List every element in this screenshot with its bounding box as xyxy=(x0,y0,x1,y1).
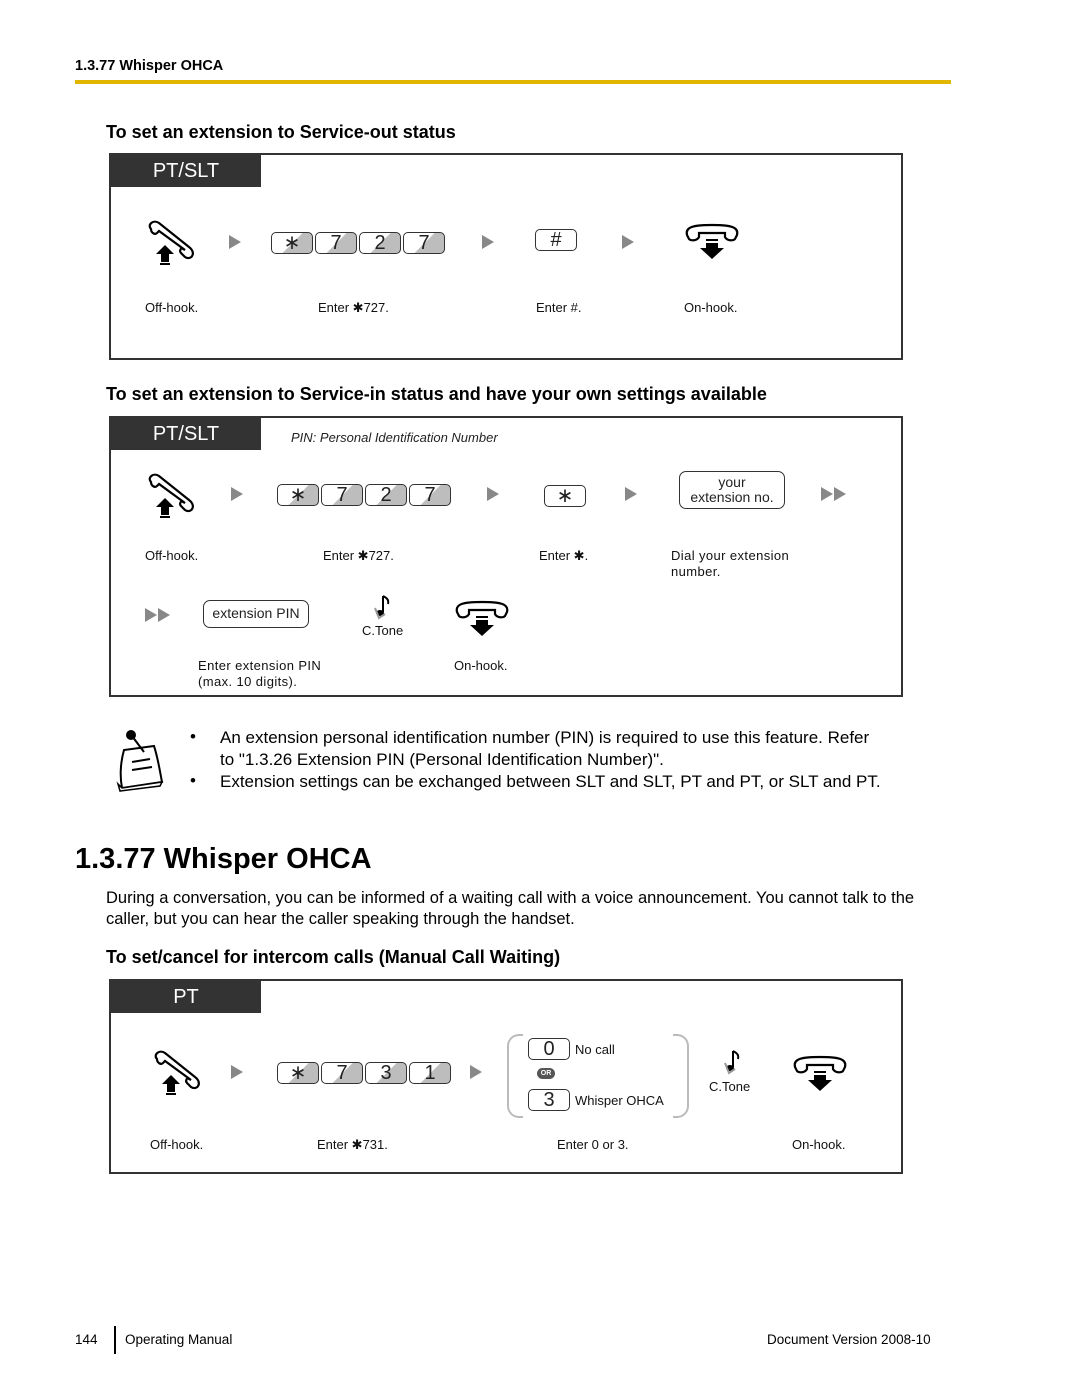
step-caption: Enter ✱727. xyxy=(323,548,394,563)
note-line: to "1.3.26 Extension PIN (Personal Ident… xyxy=(220,750,664,769)
phone-type-tag: PT xyxy=(111,981,261,1013)
footer-divider xyxy=(114,1326,116,1354)
header-rule xyxy=(75,80,951,84)
key-star: ∗ xyxy=(544,485,586,507)
next-step-arrow xyxy=(482,235,494,249)
step-caption: On-hook. xyxy=(684,300,738,315)
next-step-arrow xyxy=(231,487,243,501)
bullet: • xyxy=(190,727,196,746)
next-step-arrow xyxy=(622,235,634,249)
on-hook-icon xyxy=(793,1055,847,1091)
step-caption: Enter ✱727. xyxy=(318,300,389,315)
next-step-arrow xyxy=(229,235,241,249)
step-caption: Enter 0 or 3. xyxy=(557,1137,629,1152)
caption-line: Enter extension PIN xyxy=(198,658,322,673)
caption-line: number. xyxy=(671,564,721,579)
or-badge: OR xyxy=(537,1068,555,1079)
continue-arrow xyxy=(821,487,846,501)
feature-code-keys: ∗ 7 2 7 xyxy=(277,484,451,506)
section1-procedure-box: PT/SLT ∗ 7 2 7 # Off-hook. Enter ✱727. E… xyxy=(109,153,903,360)
section1-heading: To set an extension to Service-out statu… xyxy=(106,122,456,142)
caption-line: (max. 10 digits). xyxy=(198,674,298,689)
key-star: ∗ xyxy=(271,232,313,254)
step-caption: Dial your extension number. xyxy=(671,548,789,580)
note-line: An extension personal identification num… xyxy=(220,728,870,747)
step-caption: Enter #. xyxy=(536,300,582,315)
key-7: 7 xyxy=(403,232,445,254)
key-star: ∗ xyxy=(277,1062,319,1084)
next-step-arrow xyxy=(470,1065,482,1079)
feature-code-keys: ∗ 7 3 1 xyxy=(277,1062,451,1084)
key-7: 7 xyxy=(315,232,357,254)
page-number: 144 xyxy=(75,1332,98,1347)
next-step-arrow xyxy=(487,487,499,501)
document-version: Document Version 2008-10 xyxy=(767,1332,931,1347)
section-title: 1.3.77 Whisper OHCA xyxy=(75,843,372,875)
running-head: 1.3.77 Whisper OHCA xyxy=(75,58,224,74)
extension-pin-entry-box: extension PIN xyxy=(203,600,309,628)
confirmation-tone-icon xyxy=(374,595,390,620)
c-tone-label: C.Tone xyxy=(362,623,404,638)
key-2: 2 xyxy=(359,232,401,254)
phone-type-tag: PT/SLT xyxy=(111,418,261,450)
feature-code-keys: ∗ 7 2 7 xyxy=(271,232,445,254)
step-caption: On-hook. xyxy=(454,658,508,673)
section3-heading: To set/cancel for intercom calls (Manual… xyxy=(106,947,561,967)
continue-arrow xyxy=(145,608,170,622)
option-label: No call xyxy=(575,1042,615,1057)
off-hook-icon xyxy=(148,220,194,265)
step-caption: On-hook. xyxy=(792,1137,846,1152)
key-star: ∗ xyxy=(277,484,319,506)
next-step-arrow xyxy=(625,487,637,501)
phone-type-tag: PT/SLT xyxy=(111,155,261,187)
box-label-line2: extension no. xyxy=(690,489,774,505)
step-caption: Enter ✱731. xyxy=(317,1137,388,1152)
pin-definition-note: PIN: Personal Identification Number xyxy=(291,430,498,445)
option-bracket-left xyxy=(507,1034,523,1118)
key-3: 3 xyxy=(365,1062,407,1084)
bullet: • xyxy=(190,771,196,790)
box-label-line1: your xyxy=(718,474,746,490)
caption-line: Dial your extension xyxy=(671,548,790,563)
key-0: 0 xyxy=(528,1038,570,1060)
note-icon xyxy=(116,730,164,792)
extension-number-entry-box: your extension no. xyxy=(679,471,785,509)
key-7: 7 xyxy=(321,484,363,506)
section2-procedure-box: PT/SLT PIN: Personal Identification Numb… xyxy=(109,416,903,697)
option-bracket-right xyxy=(673,1034,689,1118)
feature-description: During a conversation, you can be inform… xyxy=(106,889,915,928)
c-tone-label: C.Tone xyxy=(709,1079,751,1094)
note-item: Extension settings can be exchanged betw… xyxy=(220,772,881,791)
manual-name: Operating Manual xyxy=(125,1332,233,1347)
key-hash: # xyxy=(535,229,577,251)
off-hook-icon xyxy=(154,1050,200,1095)
key-3: 3 xyxy=(528,1089,570,1111)
section3-procedure-box: PT ∗ 7 3 1 0 No call OR 3 Whisper OHCA C… xyxy=(109,979,903,1174)
key-7: 7 xyxy=(409,484,451,506)
key-1: 1 xyxy=(409,1062,451,1084)
on-hook-icon xyxy=(685,223,739,259)
note-item: An extension personal identification num… xyxy=(220,727,869,771)
step-caption: Enter extension PIN (max. 10 digits). xyxy=(198,658,321,690)
key-7: 7 xyxy=(321,1062,363,1084)
step-caption: Off-hook. xyxy=(145,300,199,315)
on-hook-icon xyxy=(455,600,509,636)
option-label: Whisper OHCA xyxy=(575,1093,664,1108)
section2-heading: To set an extension to Service-in status… xyxy=(106,384,767,404)
step-caption: Enter ✱. xyxy=(539,548,589,563)
confirmation-tone-icon xyxy=(724,1050,740,1075)
off-hook-icon xyxy=(148,473,194,518)
step-caption: Off-hook. xyxy=(145,548,199,563)
next-step-arrow xyxy=(231,1065,243,1079)
key-2: 2 xyxy=(365,484,407,506)
step-caption: Off-hook. xyxy=(150,1137,204,1152)
